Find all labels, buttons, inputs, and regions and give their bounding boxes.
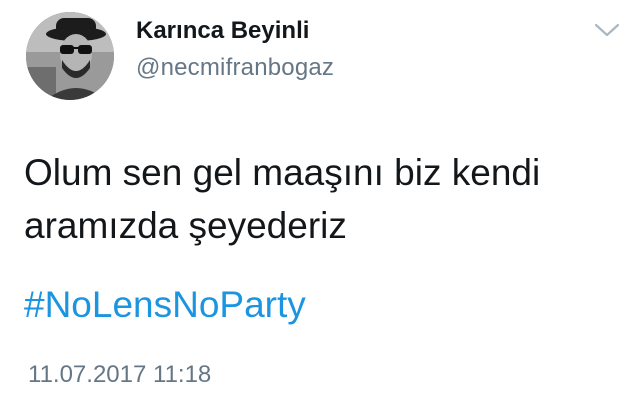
hashtag-link[interactable]: #NoLensNoParty	[24, 278, 306, 331]
chevron-down-icon[interactable]	[594, 22, 620, 38]
tweet-text-line: aramızda şeyederiz	[24, 205, 347, 246]
tweet-timestamp[interactable]: 11.07.2017 11:18	[28, 360, 211, 390]
author-display-name[interactable]: Karınca Beyinli	[136, 16, 309, 46]
svg-text:98: 98	[28, 87, 40, 99]
tweet-card: 98 Karınca Beyinli @necmifranbogaz Olum …	[0, 0, 640, 402]
tweet-text-line: Olum sen gel maaşını biz kendi	[24, 152, 541, 193]
avatar[interactable]: 98	[26, 12, 114, 100]
author-handle[interactable]: @necmifranbogaz	[136, 53, 334, 83]
tweet-text: Olum sen gel maaşını biz kendi aramızda …	[24, 146, 604, 252]
avatar-image: 98	[26, 12, 114, 100]
